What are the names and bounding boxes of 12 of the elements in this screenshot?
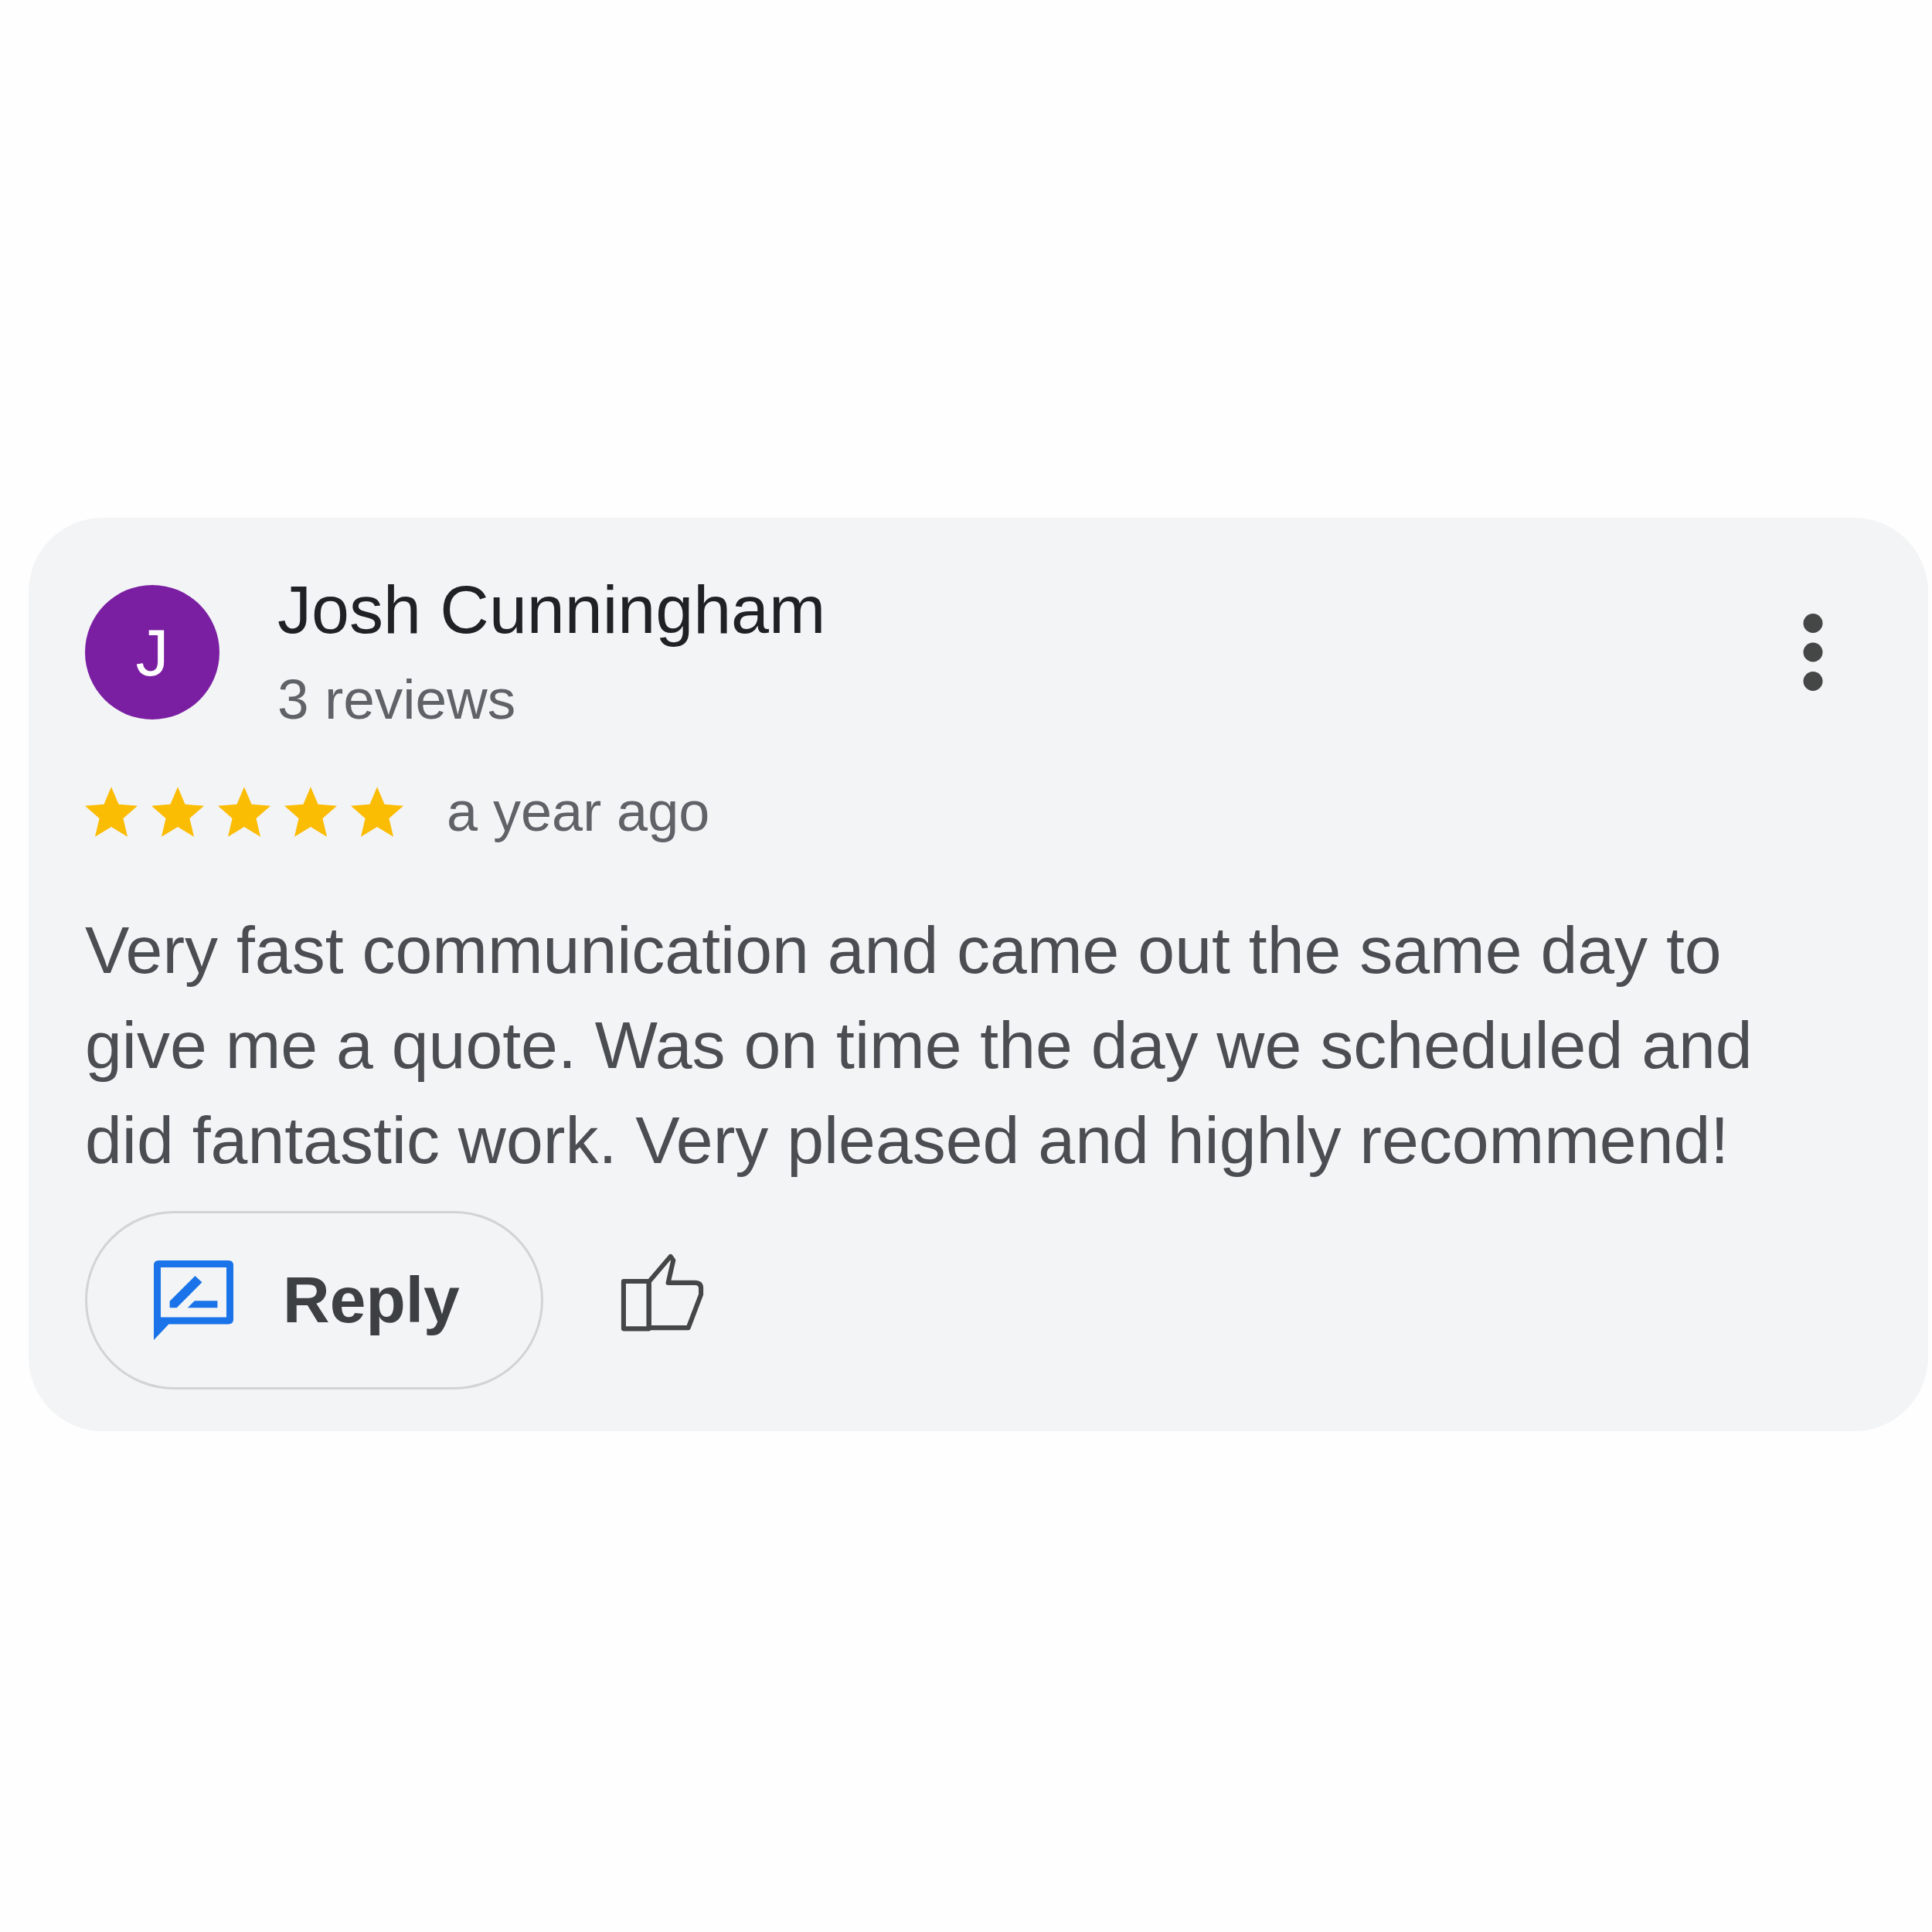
star-icon	[151, 786, 204, 837]
thumbs-up-icon[interactable]	[619, 1252, 705, 1332]
more-options-icon[interactable]	[1803, 614, 1823, 691]
star-icon	[85, 786, 138, 837]
reply-pencil-icon	[154, 1260, 233, 1340]
avatar: J	[85, 585, 219, 719]
review-count: 3 reviews	[277, 671, 516, 727]
reply-button[interactable]: Reply	[85, 1211, 543, 1389]
star-icon	[351, 786, 403, 837]
star-icon	[284, 786, 337, 837]
star-icon	[218, 786, 270, 837]
review-text: Very fast communication and came out the same day to give me a quote. Was on time the day we scheduled and did fantastic work. Very pleased and highly recommend!	[85, 912, 1753, 1179]
